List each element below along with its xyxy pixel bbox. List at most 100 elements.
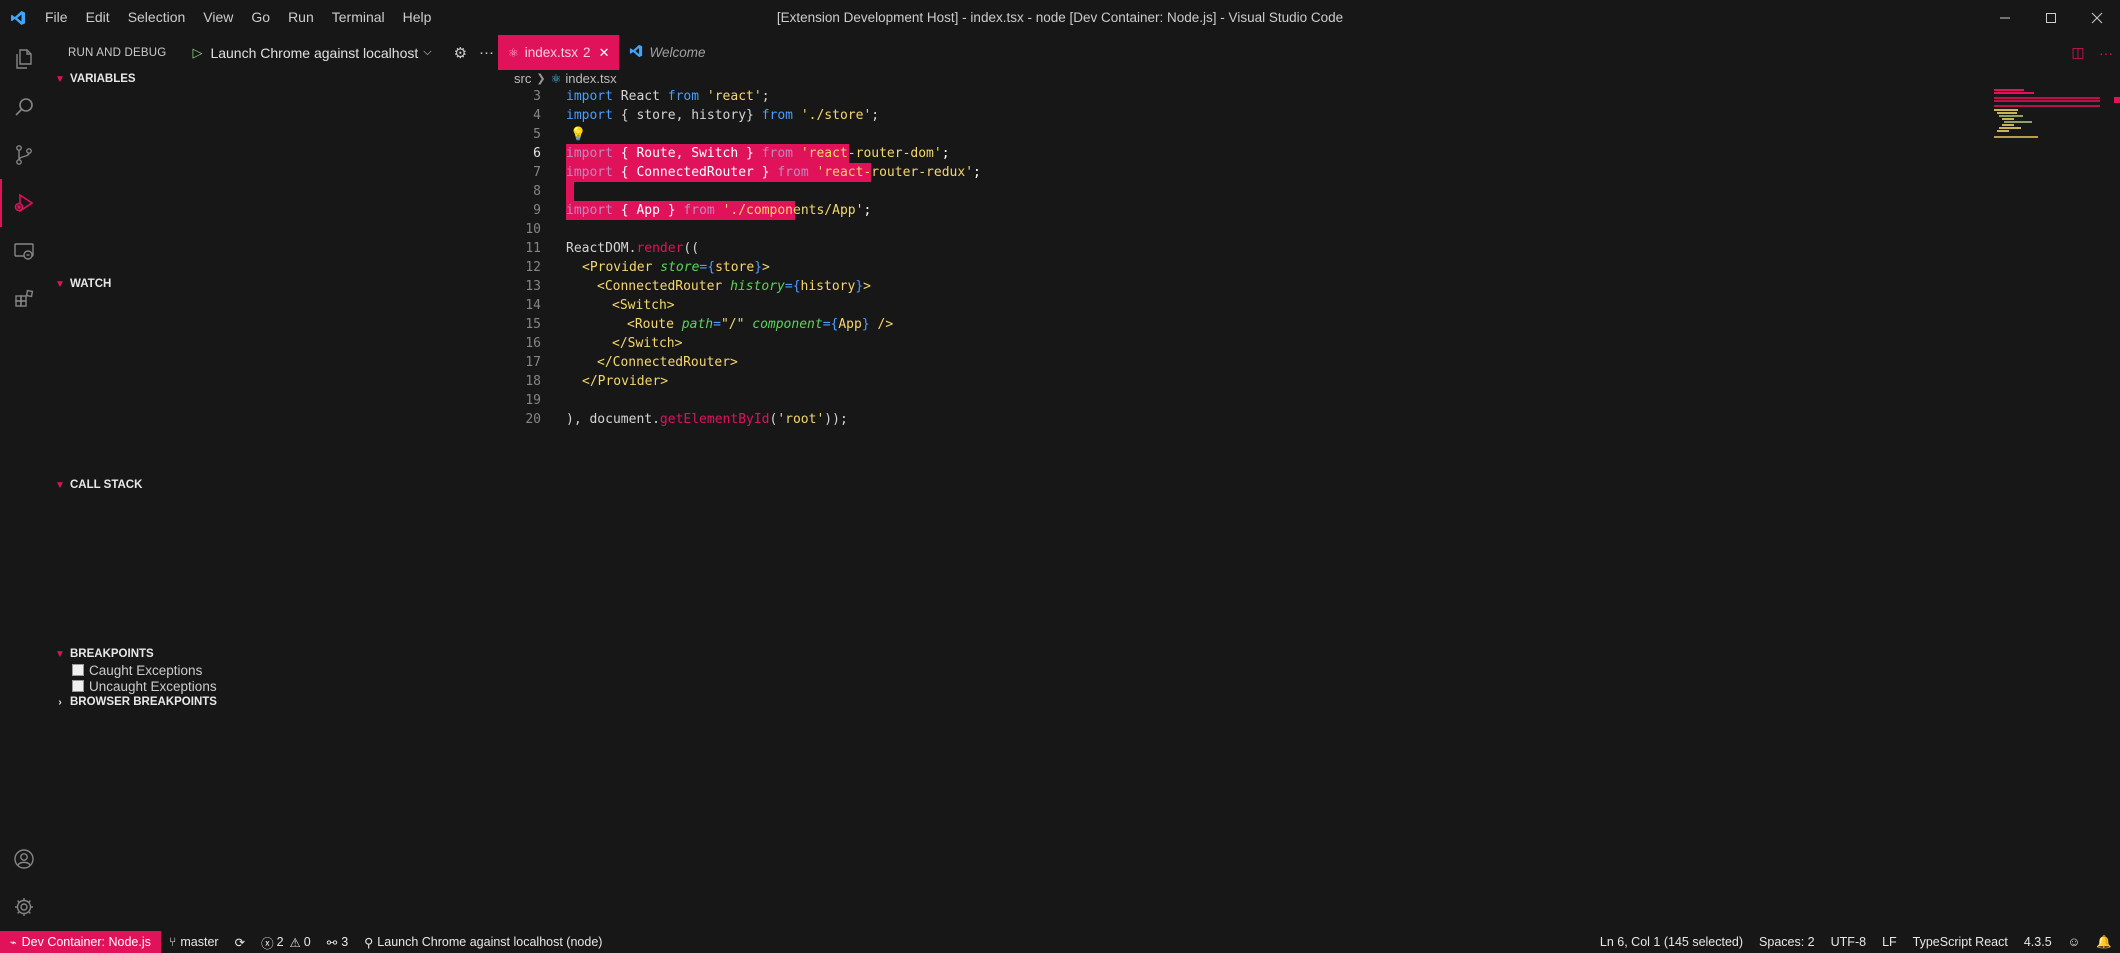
breadcrumb: src ❯ ⚛ index.tsx [514, 70, 617, 87]
remote-icon: ⌁ [10, 936, 17, 949]
language-mode[interactable]: TypeScript React [1905, 935, 2016, 949]
chevron-down-icon: ▼ [55, 73, 65, 85]
line-number: 12 [525, 260, 541, 275]
code-line: import { store, history} from './store'; [566, 108, 880, 123]
manage-gear-icon[interactable] [0, 883, 48, 931]
search-icon[interactable] [0, 83, 48, 131]
launch-config-label: Launch Chrome against localhost [210, 44, 419, 61]
menu-view[interactable]: View [194, 0, 242, 35]
code-line: </Switch> [612, 336, 683, 351]
section-browser-breakpoints-label: BROWSER BREAKPOINTS [70, 696, 217, 708]
code-line: import { ConnectedRouter } from 'react-r… [566, 165, 981, 180]
error-icon: ⓧ [261, 936, 274, 951]
code-line: ), document.getElementById('root')); [566, 412, 848, 427]
code-line: import { App } from './components/App'; [566, 203, 872, 218]
extensions-icon[interactable] [0, 275, 48, 323]
problems-indicator[interactable]: ⓧ 2 ⚠ 0 [253, 933, 319, 952]
line-number: 6 [533, 146, 541, 161]
code-line: <Provider store={store}> [582, 260, 770, 275]
line-number: 3 [533, 89, 541, 104]
section-watch-label: WATCH [70, 278, 112, 290]
scrollbar-error-marker [2114, 97, 2120, 103]
section-watch[interactable]: ▼ WATCH [48, 273, 498, 295]
section-variables-label: VARIABLES [70, 73, 136, 85]
close-window-icon[interactable] [2074, 0, 2120, 35]
breadcrumb-file[interactable]: index.tsx [565, 71, 616, 86]
line-number: 16 [525, 336, 541, 351]
debug-launch-indicator[interactable]: ⚲ Launch Chrome against localhost (node) [356, 935, 610, 950]
vscode-logo-icon [0, 0, 36, 35]
line-number: 17 [525, 355, 541, 370]
source-control-icon[interactable] [0, 131, 48, 179]
tab-label: index.tsx [524, 45, 579, 60]
tab-welcome[interactable]: Welcome [619, 35, 715, 70]
cursor-position[interactable]: Ln 6, Col 1 (145 selected) [1592, 935, 1751, 949]
run-debug-icon[interactable] [0, 179, 48, 227]
section-call-stack-label: CALL STACK [70, 479, 143, 491]
line-number: 8 [533, 184, 541, 199]
ports-indicator[interactable]: ⚯ 3 [319, 935, 356, 950]
more-actions-icon[interactable]: ··· [2092, 45, 2120, 61]
close-tab-icon[interactable]: ✕ [599, 45, 610, 61]
code-line: import { Route, Switch } from 'react-rou… [566, 146, 950, 161]
menu-bar: File Edit Selection View Go Run Terminal… [36, 0, 440, 35]
menu-run[interactable]: Run [279, 0, 323, 35]
menu-edit[interactable]: Edit [77, 0, 119, 35]
menu-file[interactable]: File [36, 0, 77, 35]
menu-go[interactable]: Go [242, 0, 279, 35]
warning-count: 0 [303, 935, 311, 949]
section-call-stack[interactable]: ▼ CALL STACK [48, 474, 498, 496]
editor-scrollbar[interactable] [2108, 87, 2120, 896]
split-editor-icon[interactable]: ◫ [2064, 44, 2092, 61]
code-editor[interactable]: 3 import React from 'react'; 4 import { … [498, 87, 1988, 896]
remote-explorer-icon[interactable] [0, 227, 48, 275]
more-actions-icon[interactable]: ··· [479, 44, 494, 61]
explorer-icon[interactable] [0, 35, 48, 83]
maximize-icon[interactable] [2028, 0, 2074, 35]
feedback-icon[interactable]: ☺ [2060, 935, 2089, 949]
tab-index-tsx[interactable]: ⚛ index.tsx 2 ✕ [498, 35, 620, 70]
react-file-icon: ⚛ [550, 71, 562, 86]
typescript-version[interactable]: 4.3.5 [2016, 935, 2060, 949]
breadcrumb-folder[interactable]: src [514, 71, 531, 86]
sync-button[interactable]: ⟳ [227, 935, 253, 950]
minimize-icon[interactable] [1982, 0, 2028, 35]
encoding[interactable]: UTF-8 [1823, 935, 1874, 949]
section-variables[interactable]: ▼ VARIABLES [48, 68, 498, 90]
vscode-logo-icon [629, 44, 643, 61]
section-browser-breakpoints[interactable]: › BROWSER BREAKPOINTS [48, 691, 498, 713]
accounts-icon[interactable] [0, 835, 48, 883]
line-number: 15 [525, 317, 541, 332]
debug-label: Launch Chrome against localhost (node) [377, 935, 603, 949]
remote-indicator[interactable]: ⌁ Dev Container: Node.js [0, 931, 161, 953]
chevron-down-icon: ▼ [55, 278, 65, 290]
line-number: 19 [525, 393, 541, 408]
tab-label: Welcome [649, 45, 706, 60]
react-file-icon: ⚛ [508, 45, 519, 60]
end-of-line[interactable]: LF [1874, 935, 1905, 949]
branch-indicator[interactable]: ⑂ master [161, 935, 227, 949]
line-number: 18 [525, 374, 541, 389]
open-launch-json-gear-icon[interactable]: ⚙ [454, 44, 467, 62]
sidebar-title: RUN AND DEBUG [68, 46, 167, 59]
chevron-down-icon: ▼ [55, 479, 65, 491]
line-number: 4 [533, 108, 541, 123]
launch-config-select[interactable]: ▷ Launch Chrome against localhost ⌵ [192, 45, 431, 61]
code-line: </Provider> [582, 374, 669, 389]
code-line: import React from 'react'; [566, 89, 770, 104]
error-count: 2 [276, 935, 284, 949]
menu-selection[interactable]: Selection [119, 0, 195, 35]
start-debugging-icon[interactable]: ▷ [192, 45, 202, 61]
title-bar: File Edit Selection View Go Run Terminal… [0, 0, 2120, 35]
line-number: 11 [525, 241, 541, 256]
status-bar: ⌁ Dev Container: Node.js ⑂ master ⟳ ⓧ 2 … [0, 931, 2120, 953]
line-number: 10 [525, 222, 541, 237]
lightbulb-icon[interactable]: 💡 [570, 125, 586, 144]
line-number: 5 [533, 127, 541, 142]
menu-help[interactable]: Help [394, 0, 441, 35]
minimap[interactable] [1992, 87, 2112, 147]
editor-actions: ◫ ··· [2064, 35, 2120, 70]
notifications-bell-icon[interactable]: 🔔 [2088, 935, 2120, 950]
menu-terminal[interactable]: Terminal [323, 0, 394, 35]
indentation[interactable]: Spaces: 2 [1751, 935, 1823, 949]
